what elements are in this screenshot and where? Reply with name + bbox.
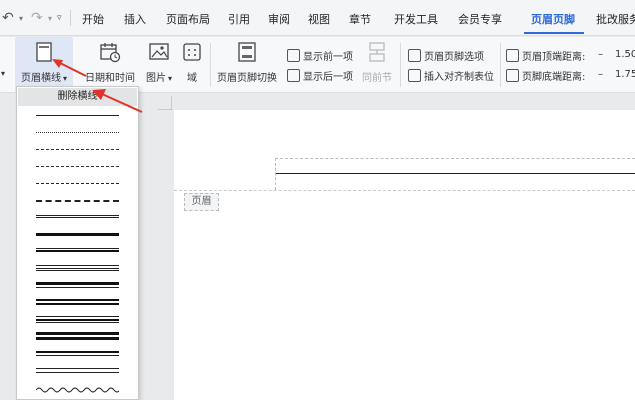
- picture-dropdown-icon[interactable]: ▾: [168, 74, 172, 83]
- line-style-dotted[interactable]: [18, 125, 137, 139]
- footer-distance-icon: [506, 68, 519, 82]
- tab-references[interactable]: 引用: [228, 11, 250, 27]
- ribbon-divider: [400, 43, 401, 87]
- field-button[interactable]: 域: [178, 37, 206, 93]
- same-as-previous-button[interactable]: 同前节: [358, 37, 396, 93]
- line-style-triple[interactable]: [18, 261, 137, 275]
- field-icon: [183, 43, 201, 61]
- header-distance-value[interactable]: 1.50: [615, 49, 635, 60]
- show-previous-label: 显示前一项: [303, 51, 353, 63]
- field-label: 域: [187, 73, 197, 84]
- toolbar-divider: [70, 10, 71, 26]
- show-next-button[interactable]: 显示后一项: [287, 66, 353, 84]
- tab-page-layout[interactable]: 页面布局: [166, 11, 210, 27]
- date-time-button[interactable]: 日期和时间: [82, 37, 138, 93]
- ribbon-divider: [500, 43, 501, 87]
- tab-view[interactable]: 视图: [308, 11, 330, 27]
- footer-bottom-distance-label: 页脚底端距离:: [522, 71, 586, 83]
- wavy-line-icon: [36, 387, 119, 393]
- line-style-thick-thin[interactable]: [18, 278, 137, 292]
- insert-align-tab-label: 插入对齐制表位: [424, 71, 494, 83]
- tab-developer[interactable]: 开发工具: [394, 11, 438, 27]
- header-line-dropdown: 删除横线: [16, 86, 139, 400]
- document-page[interactable]: [174, 110, 635, 400]
- line-style-dash-dot[interactable]: [18, 159, 137, 173]
- header-horizontal-line: [276, 173, 635, 174]
- footer-distance-value[interactable]: 1.75: [615, 69, 635, 80]
- header-boundary: [174, 190, 635, 191]
- header-distance-icon: [506, 48, 519, 62]
- line-style-wavy[interactable]: [18, 383, 137, 397]
- redo-icon[interactable]: ↷: [31, 10, 43, 26]
- calendar-clock-icon: [100, 43, 121, 63]
- align-tab-icon: [408, 68, 421, 82]
- header-footer-switch-label: 页眉页脚切换: [217, 73, 277, 84]
- header-distance-decrease-button[interactable]: –: [598, 49, 603, 60]
- line-style-dashed[interactable]: [18, 142, 137, 156]
- header-region[interactable]: [275, 158, 635, 190]
- tab-home[interactable]: 开始: [82, 11, 104, 27]
- undo-dropdown-icon[interactable]: ▾: [19, 14, 23, 23]
- quick-access-more-icon[interactable]: ▿: [57, 13, 62, 23]
- offscreen-ribbon-button[interactable]: ▾: [0, 37, 8, 93]
- active-tab-indicator: [524, 32, 584, 34]
- header-footer-options-label: 页眉页脚选项: [424, 51, 484, 63]
- footer-bottom-distance: 页脚底端距离:: [506, 66, 585, 84]
- picture-icon: [149, 43, 169, 60]
- picture-label: 图片: [145, 73, 166, 84]
- previous-icon: [287, 48, 300, 62]
- insert-align-tab-button[interactable]: 插入对齐制表位: [408, 66, 494, 84]
- same-as-previous-label: 同前节: [362, 73, 392, 84]
- tab-chapter[interactable]: 章节: [349, 11, 371, 27]
- tab-correction-service[interactable]: 批改服务: [596, 11, 635, 27]
- line-style-double-dash[interactable]: [18, 193, 137, 207]
- line-style-long-dash[interactable]: [18, 176, 137, 190]
- date-time-label: 日期和时间: [85, 73, 135, 84]
- header-top-distance-label: 页眉顶端距离:: [522, 51, 586, 63]
- undo-icon[interactable]: ↶: [2, 10, 14, 26]
- line-style-double-thin[interactable]: [18, 346, 137, 360]
- line-style-thin-thick-thin[interactable]: [18, 312, 137, 326]
- ribbon-toolbar: ▾ 页眉横线 ▾ 日期和时间 图片 ▾ 域 页眉页脚切换 显示前一项 显示后一项…: [0, 37, 635, 93]
- line-style-thick-double[interactable]: [18, 295, 137, 309]
- line-style-thin-thick[interactable]: [18, 244, 137, 258]
- page-corner-mark: [158, 96, 172, 110]
- header-tag: 页眉: [184, 193, 219, 211]
- picture-button[interactable]: 图片 ▾: [140, 37, 178, 93]
- show-next-label: 显示后一项: [303, 71, 353, 83]
- footer-distance-decrease-button[interactable]: –: [598, 69, 603, 80]
- line-style-thick-thick[interactable]: [18, 329, 137, 343]
- annotation-arrow: [52, 59, 87, 77]
- switch-icon: [238, 42, 256, 62]
- tab-insert[interactable]: 插入: [124, 11, 146, 27]
- header-top-distance: 页眉顶端距离:: [506, 46, 585, 64]
- header-footer-options-button[interactable]: 页眉页脚选项: [408, 46, 484, 64]
- options-icon: [408, 48, 421, 62]
- line-style-triple-thin[interactable]: [18, 363, 137, 377]
- menu-tab-bar: ↶ ▾ ↷ ▾ ▿ 开始 插入 页面布局 引用 审阅 视图 章节 开发工具 会员…: [0, 0, 635, 36]
- tab-member[interactable]: 会员专享: [458, 11, 502, 27]
- annotation-arrow: [92, 89, 143, 113]
- ribbon-divider: [210, 43, 211, 87]
- header-footer-switch-button[interactable]: 页眉页脚切换: [214, 37, 280, 93]
- next-icon: [287, 68, 300, 82]
- tab-header-footer[interactable]: 页眉页脚: [531, 11, 575, 27]
- line-style-double[interactable]: [18, 210, 137, 224]
- show-previous-button[interactable]: 显示前一项: [287, 46, 353, 64]
- line-style-thick[interactable]: [18, 227, 137, 241]
- redo-dropdown-icon[interactable]: ▾: [48, 14, 52, 23]
- link-pages-icon: [369, 42, 385, 62]
- tab-review[interactable]: 审阅: [268, 11, 290, 27]
